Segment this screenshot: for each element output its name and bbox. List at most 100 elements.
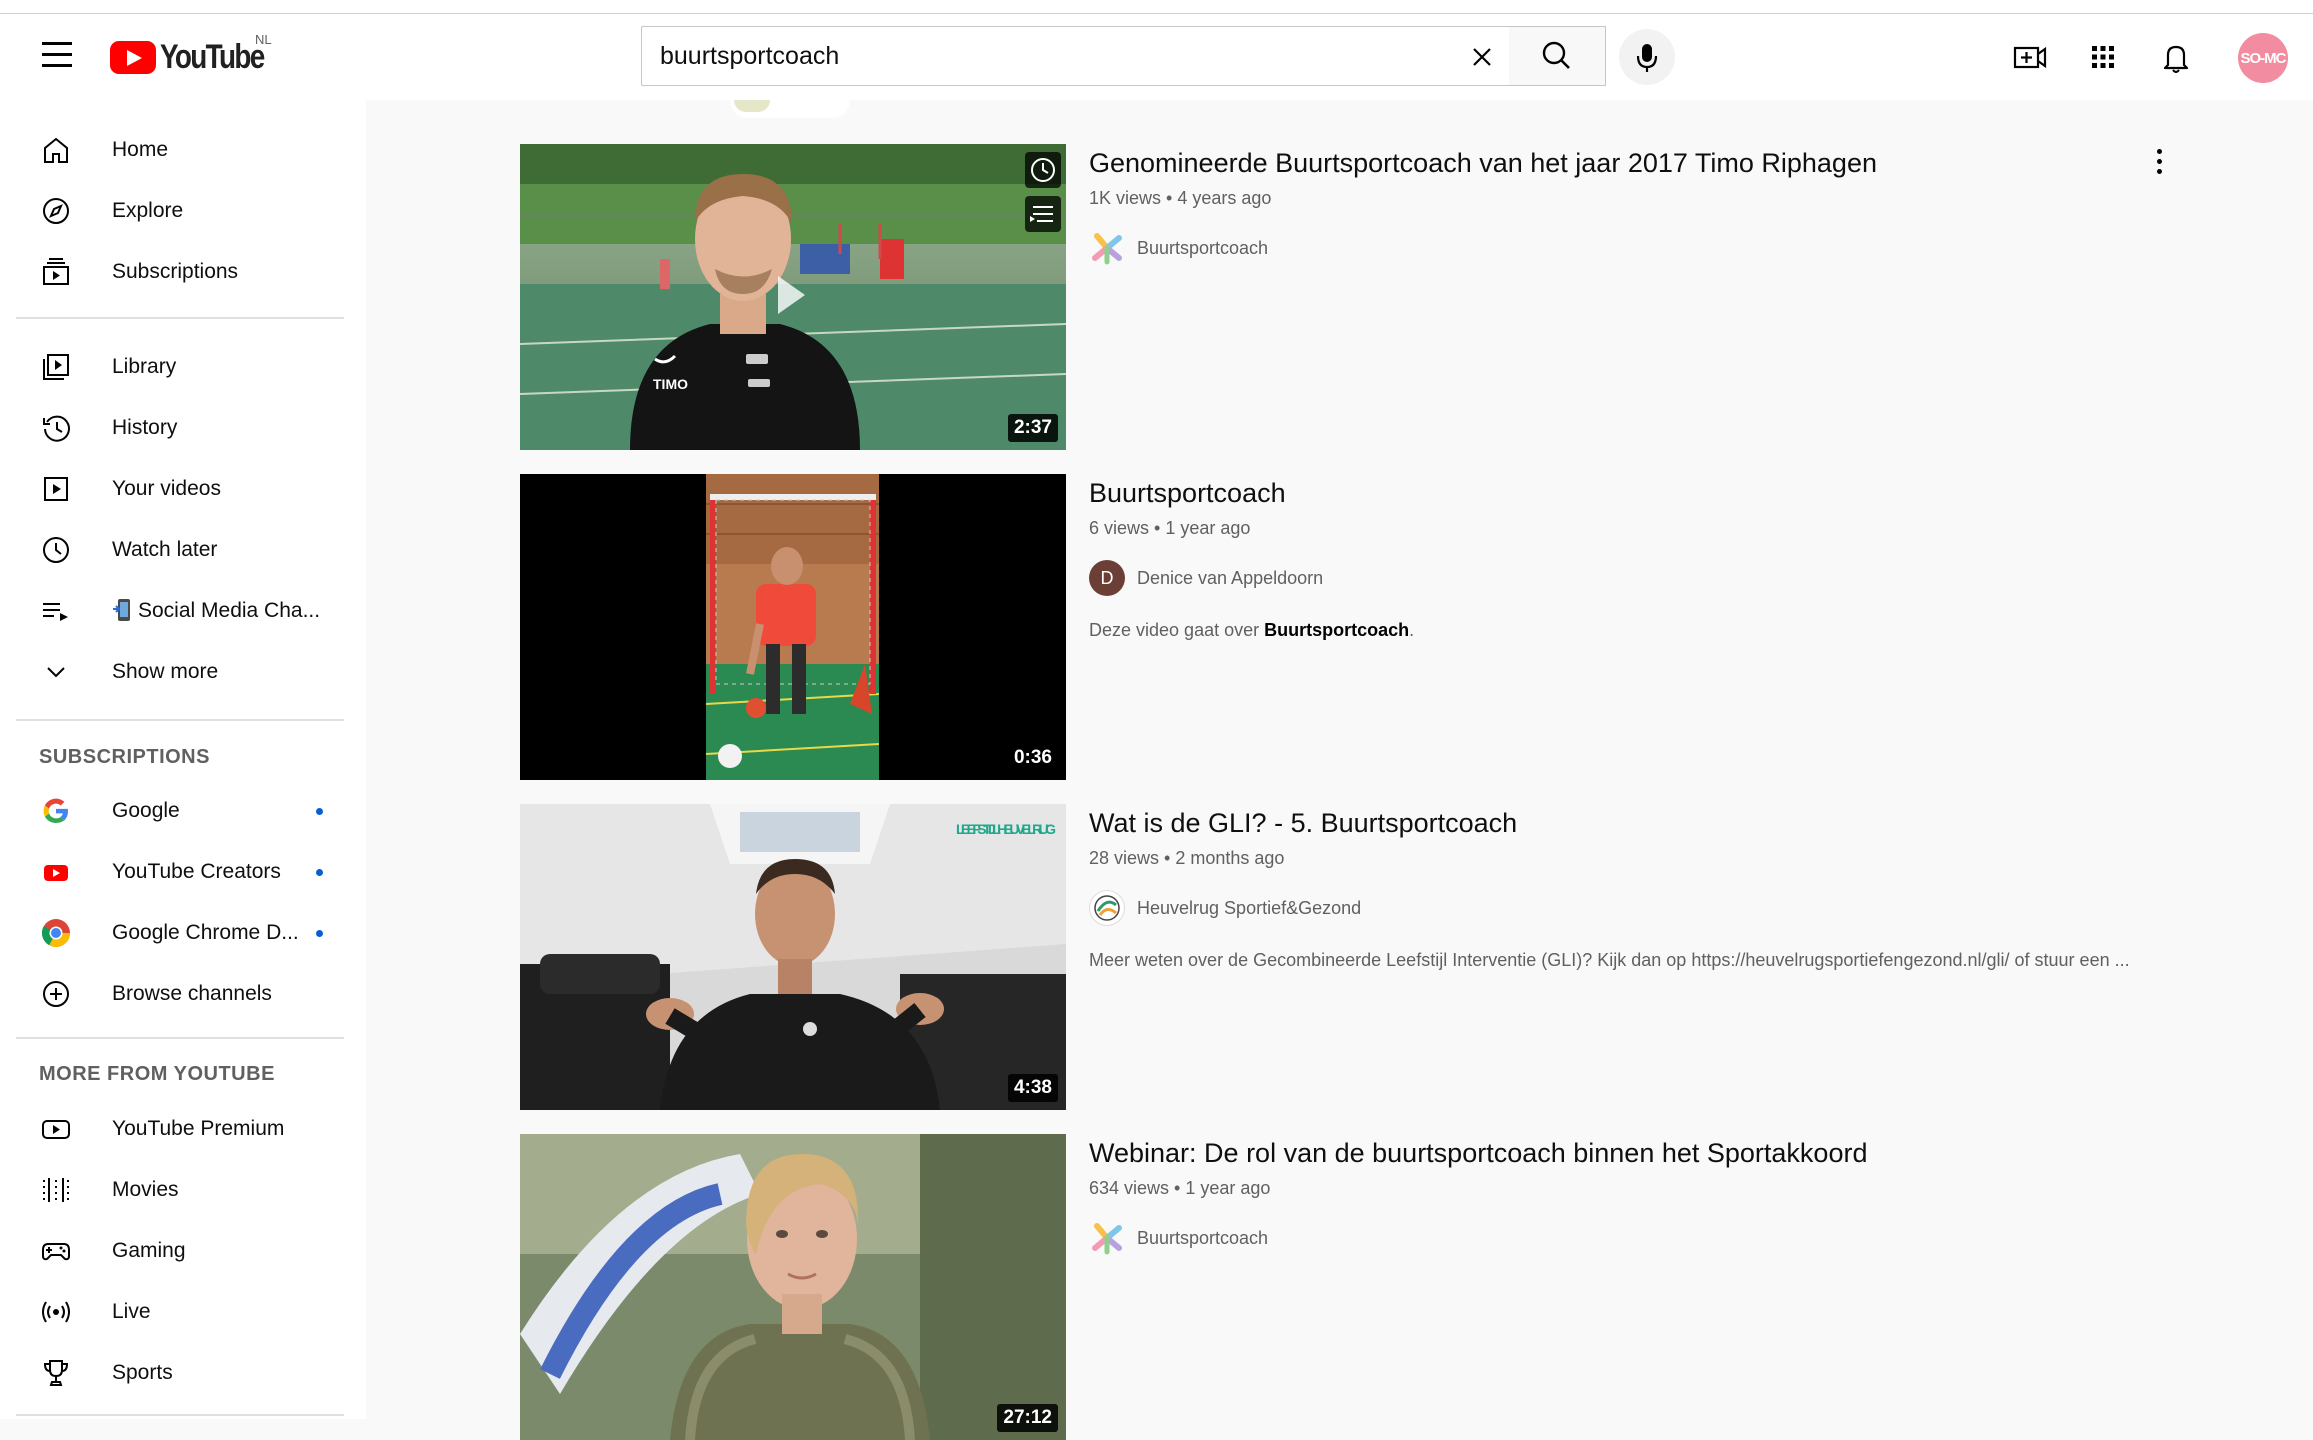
buurtsportcoach-logo-icon	[1089, 230, 1125, 266]
sidebar-item-sports[interactable]: Sports	[16, 1345, 344, 1401]
channel-link[interactable]: Heuvelrug Sportief&Gezond	[1089, 890, 1361, 926]
sidebar: Home Explore Subscriptions Library Histo…	[0, 100, 366, 1419]
description-highlight: Buurtsportcoach	[1264, 620, 1410, 640]
microphone-icon	[1636, 44, 1658, 72]
menu-icon[interactable]	[36, 42, 78, 72]
sidebar-item-live[interactable]: Live	[16, 1284, 344, 1340]
search-box	[641, 26, 1510, 86]
channel-name: Denice van Appeldoorn	[1137, 567, 1324, 588]
sidebar-item-your-videos[interactable]: Your videos	[16, 461, 344, 517]
apps-grid-icon[interactable]	[2083, 37, 2123, 77]
notifications-bell-icon[interactable]	[2156, 37, 2196, 77]
sidebar-item-label: Sports	[112, 1361, 173, 1384]
new-content-dot	[316, 930, 323, 937]
gamepad-icon	[42, 1243, 70, 1261]
account-avatar[interactable]: SO-MC	[2238, 33, 2288, 83]
sidebar-item-google[interactable]: Google	[16, 783, 344, 839]
channel-link[interactable]: Buurtsportcoach	[1089, 230, 1268, 266]
video-meta: 1K views • 4 years ago	[1089, 188, 1272, 208]
sidebar-item-explore[interactable]: Explore	[16, 183, 344, 239]
new-content-dot	[316, 808, 323, 815]
sidebar-item-chrome[interactable]: Google Chrome D...	[16, 905, 344, 961]
video-title[interactable]: Genomineerde Buurtsportcoach van het jaa…	[1089, 148, 1877, 179]
video-result[interactable]: LEEFSTIJL HEUVELRUG 4:38 Wat is de GLI? …	[520, 804, 2160, 1110]
voice-search-button[interactable]	[1619, 29, 1675, 85]
video-thumbnail[interactable]: 27:12	[520, 1134, 1066, 1440]
masthead: YouTube NL SO-MC	[0, 14, 2313, 100]
sidebar-item-subscriptions[interactable]: Subscriptions	[16, 244, 344, 300]
sidebar-item-label: Google Chrome D...	[112, 921, 299, 944]
sidebar-item-playlist[interactable]: Social Media Cha...	[16, 583, 344, 639]
channel-name: Heuvelrug Sportief&Gezond	[1137, 897, 1362, 918]
heuvelrug-logo-icon	[1089, 890, 1125, 926]
chrome-icon	[42, 919, 70, 947]
sidebar-item-label: YouTube Premium	[112, 1117, 285, 1140]
search-input[interactable]	[660, 39, 1440, 73]
channel-link[interactable]: Buurtsportcoach	[1089, 1220, 1268, 1256]
browser-top-strip	[0, 0, 2313, 14]
subscriptions-section-title: SUBSCRIPTIONS	[39, 746, 210, 768]
sidebar-item-label: Social Media Cha...	[138, 599, 321, 622]
video-title[interactable]: Wat is de GLI? - 5. Buurtsportcoach	[1089, 808, 1517, 839]
sidebar-item-history[interactable]: History	[16, 400, 344, 456]
trophy-icon	[43, 1360, 69, 1386]
create-video-icon[interactable]	[2010, 37, 2050, 77]
video-thumbnail[interactable]: LEEFSTIJL HEUVELRUG 4:38	[520, 804, 1066, 1110]
video-thumbnail[interactable]: 0:36	[520, 474, 1066, 780]
video-duration: 4:38	[1007, 1074, 1058, 1102]
your-videos-icon	[44, 477, 68, 501]
search-button[interactable]	[1509, 26, 1606, 86]
sidebar-item-label: Show more	[112, 660, 219, 683]
channel-name: Buurtsportcoach	[1137, 1227, 1269, 1248]
video-title[interactable]: Buurtsportcoach	[1089, 478, 1286, 509]
sidebar-item-label: Movies	[112, 1178, 179, 1201]
google-icon	[43, 798, 68, 823]
video-duration: 0:36	[1007, 744, 1058, 772]
sidebar-item-watch-later[interactable]: Watch later	[16, 522, 344, 578]
buurtsportcoach-logo-icon	[1089, 1220, 1125, 1256]
sidebar-divider	[16, 719, 344, 721]
sidebar-item-gaming[interactable]: Gaming	[16, 1223, 344, 1279]
youtube-creators-icon	[44, 865, 68, 881]
logo-text: YouTube	[160, 38, 265, 76]
add-circle-icon	[43, 981, 69, 1007]
sidebar-item-label: Browse channels	[112, 982, 272, 1005]
youtube-logo[interactable]: YouTube NL	[110, 32, 286, 77]
video-description: Meer weten over de Gecombineerde Leefsti…	[1089, 950, 2130, 970]
video-result[interactable]: 27:12 Webinar: De rol van de buurtsportc…	[520, 1134, 2160, 1440]
sidebar-item-library[interactable]: Library	[16, 339, 344, 395]
video-meta: 6 views • 1 year ago	[1089, 518, 1251, 538]
video-thumbnail[interactable]: TIMO 2:37	[520, 144, 1066, 450]
library-icon	[43, 354, 69, 380]
sidebar-item-label: Library	[112, 355, 177, 378]
new-content-dot	[316, 869, 323, 876]
video-duration: 2:37	[1007, 414, 1058, 442]
country-code: NL	[255, 32, 272, 47]
channel-avatar: D	[1089, 560, 1125, 596]
video-result[interactable]: 0:36 Buurtsportcoach 6 views • 1 year ag…	[520, 474, 2160, 780]
thumb-caption: LEEFSTIJL HEUVELRUG	[956, 821, 1056, 837]
channel-link[interactable]: D Denice van Appeldoorn	[1089, 560, 1323, 596]
live-icon	[42, 1301, 70, 1323]
video-title[interactable]: Webinar: De rol van de buurtsportcoach b…	[1089, 1138, 1867, 1169]
sidebar-item-youtube-premium[interactable]: YouTube Premium	[16, 1101, 344, 1157]
sidebar-item-browse-channels[interactable]: Browse channels	[16, 966, 344, 1022]
more-actions-icon[interactable]	[2144, 144, 2174, 184]
sidebar-item-youtube-creators[interactable]: YouTube Creators	[16, 844, 344, 900]
video-result[interactable]: TIMO 2:37 Genomineerde Buurtsportcoach v…	[520, 144, 2162, 450]
clear-search-icon[interactable]	[1462, 37, 1502, 77]
video-description: Deze video gaat over Buurtsportcoach.	[1089, 617, 2149, 644]
sidebar-item-show-more[interactable]: Show more	[16, 644, 344, 700]
channel-name: Buurtsportcoach	[1137, 237, 1269, 258]
sidebar-item-home[interactable]: Home	[16, 122, 344, 178]
sidebar-item-movies[interactable]: Movies	[16, 1162, 344, 1218]
sidebar-divider	[16, 1037, 344, 1039]
shirt-text: TIMO	[653, 376, 688, 392]
description-text: Deze video gaat over	[1089, 620, 1265, 640]
sidebar-item-label: Live	[112, 1300, 151, 1323]
sidebar-item-label: Explore	[112, 199, 184, 222]
sidebar-item-label: Google	[112, 799, 180, 822]
history-icon	[43, 415, 70, 442]
phone-emoji-icon	[113, 599, 130, 621]
sidebar-item-label: Watch later	[112, 538, 218, 561]
